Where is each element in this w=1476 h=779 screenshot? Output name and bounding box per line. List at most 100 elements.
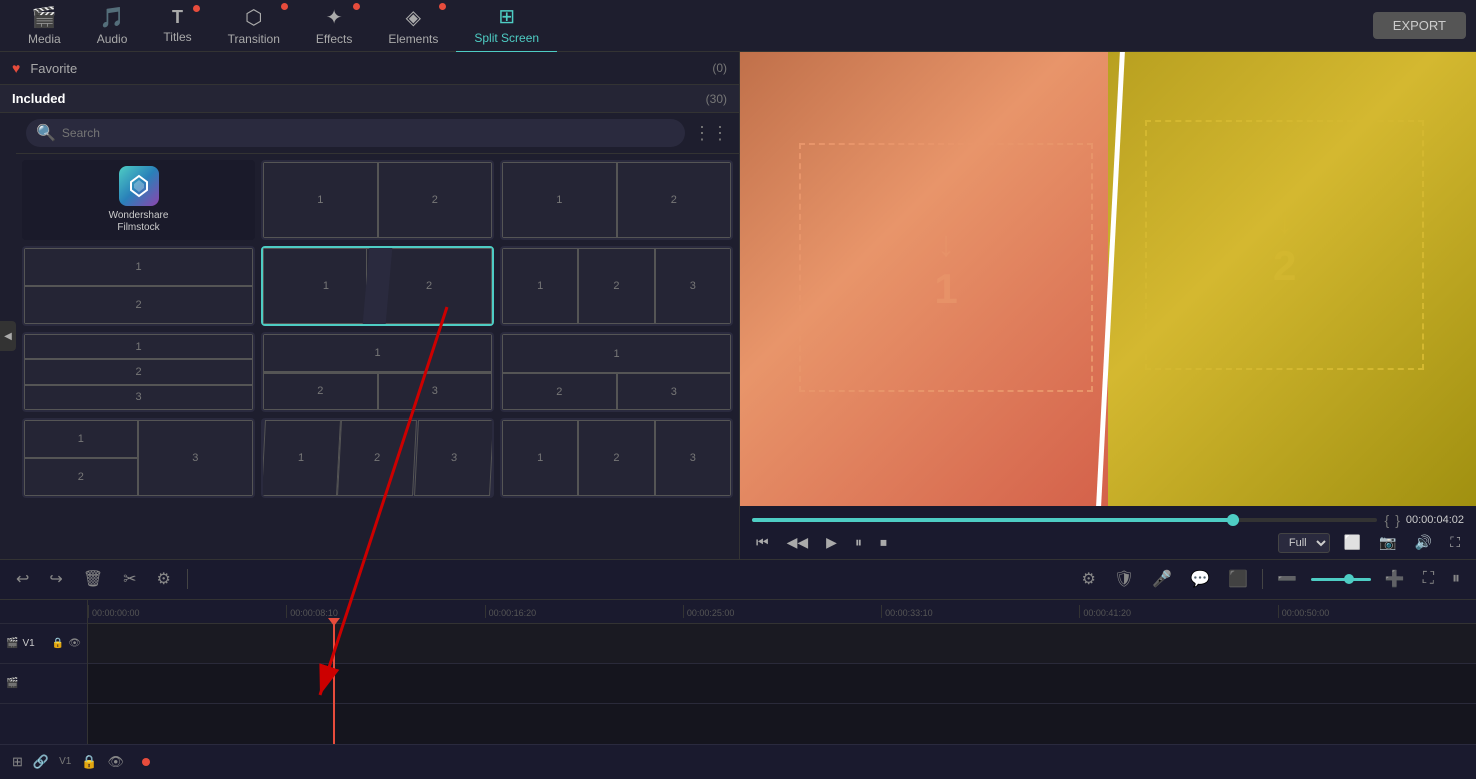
delete-button[interactable]: 🗑 [79, 565, 107, 593]
zoom-in-button[interactable]: ➕ [1381, 565, 1409, 593]
titles-badge [193, 5, 200, 12]
template-3col-a[interactable]: 1 2 3 [500, 246, 733, 326]
fullscreen-button[interactable]: ⛶ [1446, 532, 1464, 553]
filmstock-card[interactable]: WondershareFilmstock [22, 160, 255, 240]
nav-effects[interactable]: ✦ Effects [298, 0, 370, 52]
undo-button[interactable]: ↩ [12, 565, 33, 593]
template-1top-2bottom[interactable]: 1 2 3 [261, 332, 494, 412]
audio-track-row [88, 704, 1476, 744]
zoom-slider[interactable] [1311, 578, 1371, 581]
eye-icon[interactable]: 👁 [68, 638, 81, 649]
settings-button[interactable]: ⚙ [153, 565, 175, 593]
progress-thumb [1227, 514, 1239, 526]
top-row: 1 [263, 334, 492, 373]
search-input[interactable] [62, 126, 675, 140]
pause-button[interactable]: ⏸ [851, 532, 866, 553]
cell-2: 2 [337, 420, 417, 496]
collapse-panel-button[interactable]: ◀ [0, 321, 16, 351]
screenshot-button[interactable]: 📷 [1375, 532, 1400, 553]
cell-1: 1 [24, 334, 253, 359]
template-2top-1bottom[interactable]: 1 2 3 [500, 332, 733, 412]
export-button[interactable]: EXPORT [1373, 12, 1466, 39]
track-visible-button[interactable]: 👁 [108, 754, 125, 770]
template-2row[interactable]: 1 2 [22, 246, 255, 326]
link-tracks-button[interactable]: 🔗 [33, 754, 49, 770]
zoom-out-button[interactable]: ➖ [1273, 565, 1301, 593]
track-lock-button[interactable]: 🔒 [81, 754, 97, 770]
volume-button[interactable]: 🔊 [1411, 532, 1436, 553]
play-button[interactable]: ▶ [822, 532, 841, 553]
prev-frame-button[interactable]: ⏮ [752, 532, 773, 553]
bottom-row: 2 3 [263, 373, 492, 411]
nav-splitscreen-label: Split Screen [474, 31, 539, 45]
template-2col-diagonal[interactable]: 1 2 [261, 246, 494, 326]
cell-2: 2 [617, 162, 732, 238]
voice-button[interactable]: 🎤 [1148, 565, 1176, 593]
template-2col-a[interactable]: 1 2 [261, 160, 494, 240]
screen-mode-button[interactable]: ⬜ [1340, 532, 1365, 553]
audio-icon: 🎵 [100, 5, 125, 30]
cell-3: 3 [24, 385, 253, 410]
ruler-mark-0: 00:00:00:00 [88, 605, 286, 618]
nav-transition[interactable]: ⬡ Transition [210, 0, 298, 52]
preview-panel: ↓ 1 ↓ 2 { } 00:00:04:02 [740, 52, 1476, 559]
fit-button[interactable]: ⛶ [1419, 566, 1438, 592]
subtitle-button[interactable]: 💬 [1186, 565, 1214, 593]
tracks-content [88, 624, 1476, 744]
template-3row[interactable]: 1 2 3 [22, 332, 255, 412]
color-grade-button[interactable]: ⚙ [1078, 565, 1100, 593]
cell-1: 1 [502, 162, 617, 238]
nav-titles[interactable]: T Titles [145, 1, 209, 50]
layout-mixed-a: 1 2 3 [24, 420, 253, 496]
layout-preview-2col: 1 2 [263, 162, 492, 238]
toolbar-separator-2 [1262, 569, 1263, 589]
bottom-row: 2 3 [502, 373, 731, 410]
nav-audio[interactable]: 🎵 Audio [79, 0, 146, 52]
transition-icon: ⬡ [245, 5, 262, 30]
stop-button[interactable]: ⏹ [876, 532, 891, 553]
mask-button[interactable]: 🛡 [1110, 565, 1138, 593]
favorite-count: (0) [712, 61, 727, 75]
cell-1: 1 [502, 334, 731, 373]
progress-fill [752, 518, 1239, 522]
crop-button[interactable]: ⬛ [1224, 565, 1252, 593]
layout-preview-3row: 1 2 3 [24, 334, 253, 410]
cell-1: 1 [502, 248, 578, 324]
add-track-button[interactable]: ⊞ [12, 754, 23, 770]
nav-media[interactable]: 🎬 Media [10, 0, 79, 52]
player-controls: { } 00:00:04:02 ⏮ ◀◀ ▶ ⏸ ⏹ Full 1/2 1/4 … [740, 506, 1476, 559]
effects-icon: ✦ [326, 5, 343, 30]
split-templates-grid: WondershareFilmstock 1 2 1 2 [16, 154, 739, 504]
grid-view-icon[interactable]: ⋮⋮ [693, 123, 729, 144]
nav-elements[interactable]: ◈ Elements [370, 0, 456, 52]
collapse-timeline-button[interactable]: ⏸ [1448, 566, 1464, 592]
template-mixed-a[interactable]: 1 2 3 [22, 418, 255, 498]
playhead[interactable] [333, 624, 335, 744]
template-2col-b[interactable]: 1 2 [500, 160, 733, 240]
cut-button[interactable]: ✂ [119, 565, 140, 593]
progress-bar[interactable] [752, 518, 1377, 522]
drop-zone-1[interactable]: ↓ 1 [799, 143, 1093, 393]
template-3col-b[interactable]: 1 2 3 [500, 418, 733, 498]
lock-icon[interactable]: 🔒 [52, 638, 64, 649]
drop-zone-2[interactable]: ↓ 2 [1145, 120, 1425, 370]
layout-preview-3col: 1 2 3 [502, 248, 731, 324]
template-3col-diag[interactable]: 1 2 3 [261, 418, 494, 498]
rewind-button[interactable]: ◀◀ [783, 532, 813, 553]
layout-preview-2row: 1 2 [24, 248, 253, 324]
layout-2t-1b: 1 2 3 [502, 334, 731, 410]
nav-audio-label: Audio [97, 32, 128, 46]
track-indicator: V1 [59, 756, 71, 767]
ruler-mark-1: 00:00:08:10 [286, 605, 484, 618]
quality-select[interactable]: Full 1/2 1/4 [1278, 533, 1330, 553]
wondershare-logo [119, 166, 159, 206]
nav-splitscreen[interactable]: ⊞ Split Screen [456, 0, 557, 53]
cell-1: 1 [263, 162, 378, 238]
preview-screen: ↓ 1 ↓ 2 [740, 52, 1476, 506]
toolbar-separator [187, 569, 188, 589]
redo-button[interactable]: ↪ [45, 565, 66, 593]
included-filter[interactable]: Included (30) [0, 85, 739, 113]
search-bar: 🔍 ⋮⋮ [16, 113, 739, 154]
heart-icon: ♥ [12, 60, 20, 76]
nav-titles-label: Titles [163, 30, 191, 44]
